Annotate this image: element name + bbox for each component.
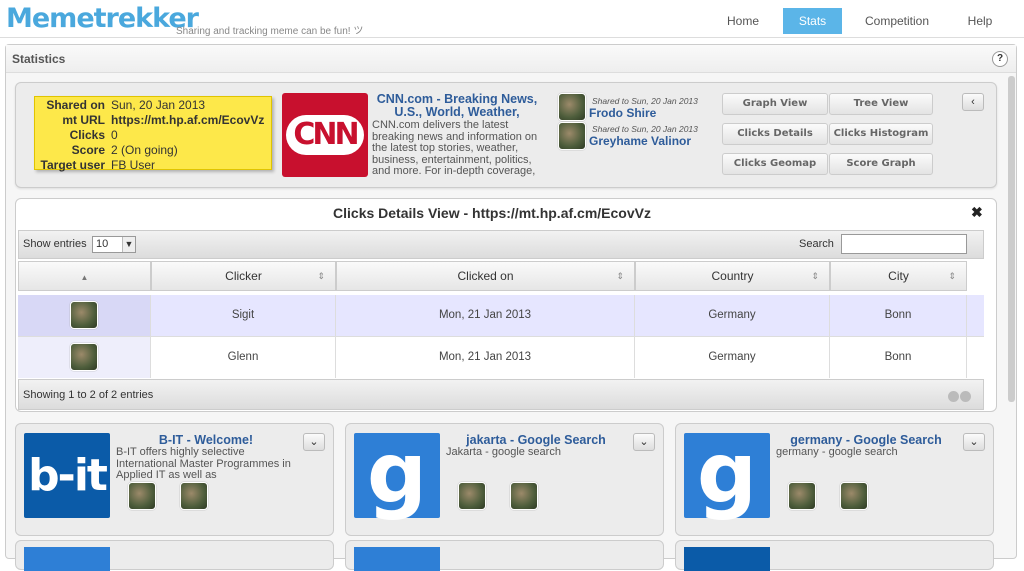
card-description: Jakarta - google search: [446, 446, 561, 458]
meme-description: CNN.com delivers the latest breaking new…: [372, 120, 538, 177]
meme-card[interactable]: [675, 540, 994, 571]
share-name[interactable]: Greyhame Valinor: [589, 134, 691, 148]
meme-card[interactable]: [345, 540, 664, 571]
card-logo: [354, 547, 440, 571]
table-footer: Showing 1 to 2 of 2 entries: [18, 379, 984, 410]
app-tagline: Sharing and tracking meme can be fun! ツ: [176, 26, 364, 37]
app-logo[interactable]: Memetrekker: [6, 3, 199, 34]
nav-help[interactable]: Help: [952, 8, 1008, 34]
share-date: Shared to Sun, 20 Jan 2013: [592, 124, 698, 134]
pagination: [947, 389, 973, 402]
clicks-histogram-button[interactable]: Clicks Histogram: [829, 123, 933, 145]
country-cell: Germany: [635, 337, 830, 378]
info-score: Score 2 (On going): [71, 143, 178, 157]
tree-view-button[interactable]: Tree View: [829, 93, 933, 115]
avatar: [128, 482, 156, 510]
bit-logo[interactable]: b-it: [24, 433, 110, 518]
avatar: [510, 482, 538, 510]
avatar: [180, 482, 208, 510]
top-bar: Memetrekker Sharing and tracking meme ca…: [0, 0, 1024, 38]
card-description: germany - google search: [776, 446, 898, 458]
google-logo[interactable]: g: [354, 431, 440, 518]
info-clicks: Clicks 0: [69, 128, 118, 142]
card-title[interactable]: B-IT - Welcome!: [116, 433, 296, 447]
avatar: [70, 343, 98, 371]
table-row[interactable]: Sigit Mon, 21 Jan 2013 Germany Bonn: [18, 295, 984, 336]
table-toolbar: Show entries 10 ▼ Search: [18, 230, 984, 259]
clicker-cell: Glenn: [151, 337, 336, 378]
cnn-logo-text: CNN: [286, 115, 364, 155]
share-name[interactable]: Frodo Shire: [589, 106, 656, 120]
share-date: Shared to Sun, 20 Jan 2013: [592, 96, 698, 106]
chevron-down-icon: ▼: [122, 237, 135, 252]
country-cell: Germany: [635, 295, 830, 336]
column-header-country[interactable]: Country ⇕: [635, 261, 830, 291]
close-icon[interactable]: ✖: [971, 204, 983, 221]
clicked-on-cell: Mon, 21 Jan 2013: [336, 337, 635, 378]
city-cell: Bonn: [830, 295, 967, 336]
avatar: [788, 482, 816, 510]
next-page-icon[interactable]: [960, 391, 971, 402]
avatar-cell: [18, 337, 151, 378]
chevron-down-icon[interactable]: ⌄: [303, 433, 325, 451]
meme-card[interactable]: g germany - Google Search germany - goog…: [675, 423, 994, 536]
chevron-down-icon[interactable]: ⌄: [963, 433, 985, 451]
column-header[interactable]: ▲: [18, 261, 151, 291]
page-title: Statistics: [6, 45, 1016, 73]
table-header: ▲ Clicker ⇕ Clicked on ⇕ Country ⇕ City ⇕: [18, 260, 984, 292]
sort-icon: ⇕: [317, 271, 325, 281]
avatar-cell: [18, 295, 151, 336]
scrollbar[interactable]: [1008, 76, 1015, 402]
card-title[interactable]: jakarta - Google Search: [446, 433, 626, 447]
avatar: [458, 482, 486, 510]
graph-view-button[interactable]: Graph View: [722, 93, 828, 115]
show-entries-label: Show entries: [23, 238, 87, 250]
nav-competition[interactable]: Competition: [852, 8, 942, 34]
help-icon[interactable]: ?: [992, 51, 1008, 67]
clicks-details-panel: Clicks Details View - https://mt.hp.af.c…: [15, 198, 997, 412]
clicked-on-cell: Mon, 21 Jan 2013: [336, 295, 635, 336]
column-header-city[interactable]: City ⇕: [830, 261, 967, 291]
card-title[interactable]: germany - Google Search: [776, 433, 956, 447]
meme-card[interactable]: [15, 540, 334, 571]
details-title: Clicks Details View - https://mt.hp.af.c…: [333, 205, 651, 221]
card-description: B-IT offers highly selective Internation…: [116, 446, 291, 481]
card-logo: [684, 547, 770, 571]
sort-icon: ⇕: [616, 271, 624, 281]
info-target-user: Target user FB User: [40, 158, 156, 172]
sort-up-icon: ▲: [80, 273, 89, 282]
info-shared-on: Shared on Sun, 20 Jan 2013: [46, 98, 206, 112]
avatar: [840, 482, 868, 510]
nav-home[interactable]: Home: [712, 8, 774, 34]
show-entries-select[interactable]: 10 ▼: [92, 236, 136, 253]
meme-info-note: Shared on Sun, 20 Jan 2013 mt URL https://…: [34, 96, 272, 172]
table-row[interactable]: Glenn Mon, 21 Jan 2013 Germany Bonn: [18, 336, 984, 378]
cnn-logo[interactable]: CNN: [282, 93, 368, 177]
nav-stats[interactable]: Stats: [783, 8, 842, 34]
chevron-down-icon[interactable]: ⌄: [633, 433, 655, 451]
score-graph-button[interactable]: Score Graph: [829, 153, 933, 175]
previous-page-icon[interactable]: [948, 391, 959, 402]
clicker-cell: Sigit: [151, 295, 336, 336]
meme-title[interactable]: CNN.com - Breaking News, U.S., World, We…: [372, 93, 542, 119]
search-input[interactable]: [841, 234, 967, 254]
avatar: [558, 122, 586, 150]
column-header-clicker[interactable]: Clicker ⇕: [151, 261, 336, 291]
column-header-clicked-on[interactable]: Clicked on ⇕: [336, 261, 635, 291]
clicks-details-button[interactable]: Clicks Details: [722, 123, 828, 145]
clicks-geomap-button[interactable]: Clicks Geomap: [722, 153, 828, 175]
google-logo[interactable]: g: [684, 431, 770, 518]
search-label: Search: [799, 238, 834, 250]
city-cell: Bonn: [830, 337, 967, 378]
avatar: [70, 301, 98, 329]
sort-icon: ⇕: [948, 271, 956, 281]
collapse-button[interactable]: ‹: [962, 93, 984, 111]
meme-card[interactable]: g jakarta - Google Search Jakarta - goog…: [345, 423, 664, 536]
avatar: [558, 93, 586, 121]
card-logo: [24, 547, 110, 571]
table-info: Showing 1 to 2 of 2 entries: [23, 389, 154, 401]
sort-icon: ⇕: [811, 271, 819, 281]
info-mt-url: mt URL https://mt.hp.af.cm/EcovVz: [62, 113, 265, 127]
meme-card[interactable]: b-it B-IT - Welcome! B-IT offers highly …: [15, 423, 334, 536]
